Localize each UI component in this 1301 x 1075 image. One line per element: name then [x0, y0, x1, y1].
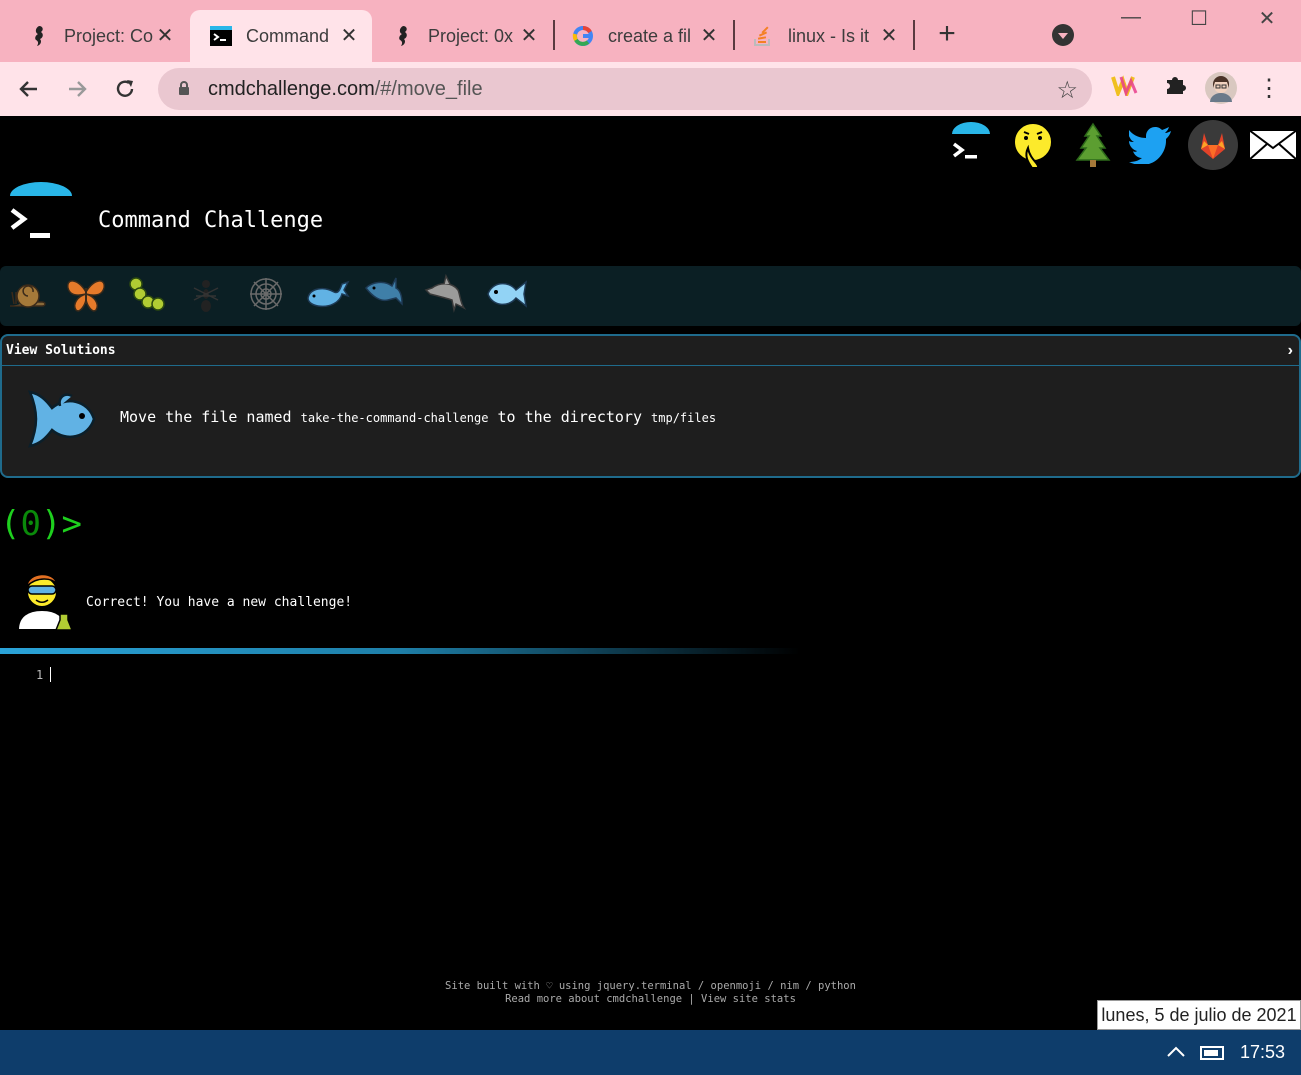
fish-icon[interactable] — [484, 274, 528, 318]
url-text: cmdchallenge.com/#/move_file — [208, 78, 483, 101]
site-title: Command Challenge — [98, 208, 324, 233]
browser-tab-bar: Project: Co ✕ Command ✕ Project: 0x ✕ cr… — [0, 0, 1301, 62]
tab-separator — [913, 20, 915, 50]
tab-project-0x[interactable]: Project: 0x ✕ — [372, 10, 552, 62]
fish-icon — [27, 390, 96, 448]
forward-arrow-icon — [69, 81, 87, 97]
challenge-description: Move the file named take-the-command-cha… — [2, 366, 1299, 476]
tab-title: create a fil — [608, 25, 692, 46]
snail-icon[interactable] — [6, 274, 50, 318]
close-icon[interactable]: ✕ — [338, 25, 360, 47]
scientist-avatar-icon — [16, 573, 74, 631]
stackoverflow-icon — [752, 25, 774, 47]
whale-icon[interactable] — [304, 274, 350, 318]
menu-kebab-icon[interactable]: ⋮ — [1252, 72, 1286, 106]
bookmark-star-icon[interactable]: ☆ — [1056, 76, 1078, 105]
terminal-icon — [210, 25, 232, 47]
social-links — [0, 118, 1301, 174]
taskbar-clock[interactable]: 17:53 — [1240, 1042, 1285, 1063]
tab-title: Command — [246, 25, 330, 46]
seahorse-icon — [392, 25, 414, 47]
date-tooltip: lunes, 5 de julio de 2021 — [1097, 1000, 1301, 1030]
gitlab-icon[interactable] — [1186, 118, 1240, 172]
close-icon[interactable]: ✕ — [878, 25, 900, 47]
footer-credits: Site built with ♡ using jquery.terminal … — [445, 980, 856, 992]
prompt-count: 0 — [20, 504, 41, 544]
mail-icon[interactable] — [1246, 118, 1300, 172]
tab-title: Project: Co — [64, 25, 154, 46]
lock-icon — [179, 81, 189, 95]
close-icon[interactable]: ✕ — [518, 25, 540, 47]
tab-title: Project: 0x — [428, 25, 514, 46]
spiderweb-icon[interactable] — [244, 274, 288, 318]
section-divider — [0, 648, 800, 654]
twitter-icon[interactable] — [1124, 118, 1178, 172]
windows-taskbar — [0, 1030, 1301, 1075]
task-file: take-the-command-challenge — [300, 411, 489, 425]
tab-stackoverflow[interactable]: linux - Is it ✕ — [732, 10, 912, 62]
browser-toolbar: cmdchallenge.com/#/move_file ☆ ⋮ — [0, 62, 1301, 116]
ant-icon[interactable] — [184, 274, 228, 318]
close-icon[interactable]: ✕ — [154, 25, 176, 47]
chevron-up-icon[interactable] — [1166, 1042, 1186, 1062]
back-arrow-icon — [19, 81, 37, 97]
level-selector — [0, 266, 1301, 326]
shark-icon[interactable] — [362, 274, 406, 318]
minimize-button[interactable]: — — [1116, 6, 1146, 29]
prompt-open: ( — [0, 504, 21, 544]
tab-search-button[interactable] — [1052, 24, 1074, 46]
back-button[interactable] — [14, 74, 44, 104]
task-middle: to the directory — [497, 408, 643, 426]
url-host: cmdchallenge.com — [208, 78, 375, 100]
maximize-button[interactable]: ☐ — [1184, 6, 1214, 31]
address-bar[interactable]: cmdchallenge.com/#/move_file ☆ — [158, 68, 1092, 110]
terminal-icon[interactable] — [944, 118, 998, 172]
tab-google-search[interactable]: create a fil ✕ — [552, 10, 732, 62]
reload-icon — [116, 80, 134, 97]
close-icon[interactable]: ✕ — [698, 25, 720, 47]
terminal-prompt: (0)> — [0, 504, 82, 544]
terminal-message: Correct! You have a new challenge! — [86, 595, 353, 610]
shush-face-icon[interactable] — [1006, 118, 1060, 172]
extensions-puzzle-icon[interactable] — [1158, 72, 1192, 106]
command-input[interactable] — [50, 667, 51, 682]
task-prefix: Move the file named — [120, 408, 292, 426]
dolphin-icon[interactable] — [424, 273, 468, 318]
prompt-close: )> — [40, 504, 82, 544]
profile-avatar[interactable] — [1204, 72, 1238, 106]
challenge-panel: View Solutions › Move the file named tak… — [0, 334, 1301, 478]
chevron-right-icon: › — [1287, 342, 1293, 359]
forward-button[interactable] — [62, 74, 92, 104]
task-dir: tmp/files — [651, 411, 717, 425]
w-extension-icon[interactable] — [1108, 72, 1142, 106]
seahorse-icon — [28, 25, 50, 47]
caterpillar-icon[interactable] — [124, 274, 168, 318]
close-window-button[interactable]: ✕ — [1252, 6, 1282, 31]
battery-icon[interactable] — [1200, 1046, 1224, 1060]
tab-title: linux - Is it — [788, 25, 870, 46]
tab-project-co[interactable]: Project: Co ✕ — [8, 10, 188, 62]
view-solutions-toggle[interactable]: View Solutions › — [2, 336, 1299, 366]
challenge-task-text: Move the file named take-the-command-cha… — [120, 408, 716, 426]
butterfly-icon[interactable] — [64, 274, 108, 318]
new-tab-button[interactable]: + — [932, 19, 962, 50]
editor-line-number: 1 — [36, 668, 44, 682]
google-icon — [572, 25, 594, 47]
tab-command[interactable]: Command ✕ — [190, 10, 372, 62]
view-solutions-label: View Solutions — [6, 343, 116, 358]
reload-button[interactable] — [110, 74, 140, 104]
url-path: /#/move_file — [374, 78, 483, 100]
site-logo-icon[interactable] — [8, 182, 74, 248]
tree-icon[interactable] — [1066, 118, 1120, 172]
